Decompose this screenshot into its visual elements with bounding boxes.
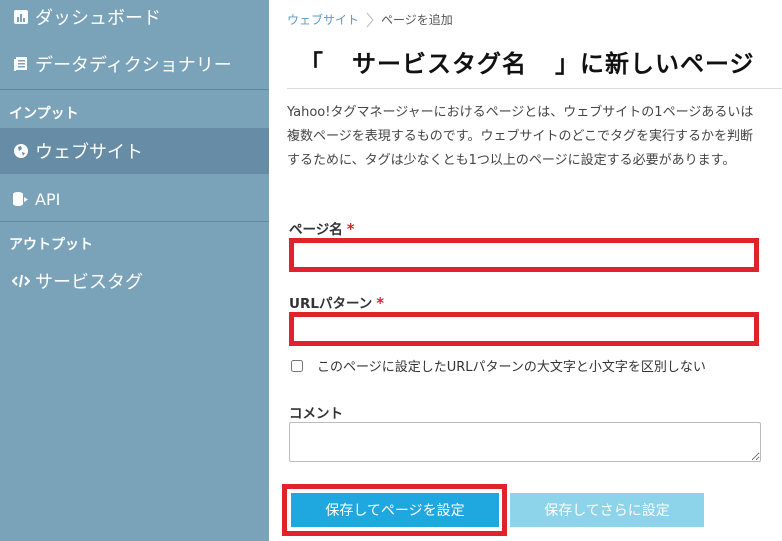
breadcrumb: ウェブサイト ページを追加 xyxy=(287,11,453,28)
page-name-input[interactable] xyxy=(289,238,759,272)
chevron-right-icon xyxy=(361,12,379,28)
breadcrumb-link-website[interactable]: ウェブサイト xyxy=(287,11,359,28)
sidebar-item-website[interactable]: ウェブサイト xyxy=(0,128,269,174)
page-description: Yahoo!タグマネージャーにおけるページとは、ウェブサイトの1ページあるいは複… xyxy=(287,105,754,168)
sidebar-divider xyxy=(0,221,269,222)
database-arrow-icon xyxy=(11,189,31,209)
code-icon xyxy=(11,271,31,291)
title-suffix: 」に新しいページ xyxy=(555,50,755,78)
case-insensitive-checkbox[interactable] xyxy=(291,359,303,372)
comment-label: コメント xyxy=(289,406,343,422)
page-title: 「サービスタグ名 」に新しいページ xyxy=(299,44,755,79)
title-tag-name: サービスタグ名 xyxy=(352,50,527,78)
section-label-input: インプット xyxy=(9,106,79,122)
globe-icon xyxy=(11,141,31,161)
sidebar-item-label: ダッシュボード xyxy=(35,8,161,29)
url-pattern-label: URLパターン * xyxy=(289,294,385,312)
save-and-set-page-button[interactable]: 保存してページを設定 xyxy=(291,493,499,527)
sidebar-item-data-dictionary[interactable]: データディクショナリー xyxy=(0,41,269,87)
section-label-output: アウトプット xyxy=(9,237,93,253)
sidebar: ダッシュボード データディクショナリー インプット ウェブサイト API アウト… xyxy=(0,0,269,541)
sidebar-item-service-tag[interactable]: サービスタグ xyxy=(0,258,269,304)
sidebar-item-label: サービスタグ xyxy=(35,272,143,293)
comment-textarea[interactable] xyxy=(289,422,761,462)
bar-chart-icon xyxy=(11,7,31,27)
sidebar-item-label: データディクショナリー xyxy=(35,55,232,76)
book-icon xyxy=(11,54,31,74)
required-mark: * xyxy=(346,220,355,238)
app-window: ダッシュボード データディクショナリー インプット ウェブサイト API アウト… xyxy=(0,0,782,541)
case-insensitive-row[interactable]: このページに設定したURLパターンの大文字と小文字を区別しない xyxy=(291,356,706,375)
main-content: ウェブサイト ページを追加 「サービスタグ名 」に新しいページ Yahoo!タグマ… xyxy=(269,0,782,541)
page-name-label: ページ名 * xyxy=(289,220,355,238)
breadcrumb-current: ページを追加 xyxy=(381,13,453,27)
case-insensitive-label: このページに設定したURLパターンの大文字と小文字を区別しない xyxy=(317,360,706,375)
sidebar-divider xyxy=(0,89,269,90)
title-bracket-open: 「 xyxy=(299,50,324,78)
sidebar-item-dashboard[interactable]: ダッシュボード xyxy=(0,0,269,40)
title-divider xyxy=(287,88,782,89)
url-pattern-input[interactable] xyxy=(289,312,759,346)
sidebar-item-api[interactable]: API xyxy=(0,176,269,222)
sidebar-item-label: API xyxy=(35,189,61,209)
sidebar-item-label: ウェブサイト xyxy=(35,142,143,163)
save-and-continue-button[interactable]: 保存してさらに設定 xyxy=(510,493,704,527)
required-mark: * xyxy=(376,294,385,312)
